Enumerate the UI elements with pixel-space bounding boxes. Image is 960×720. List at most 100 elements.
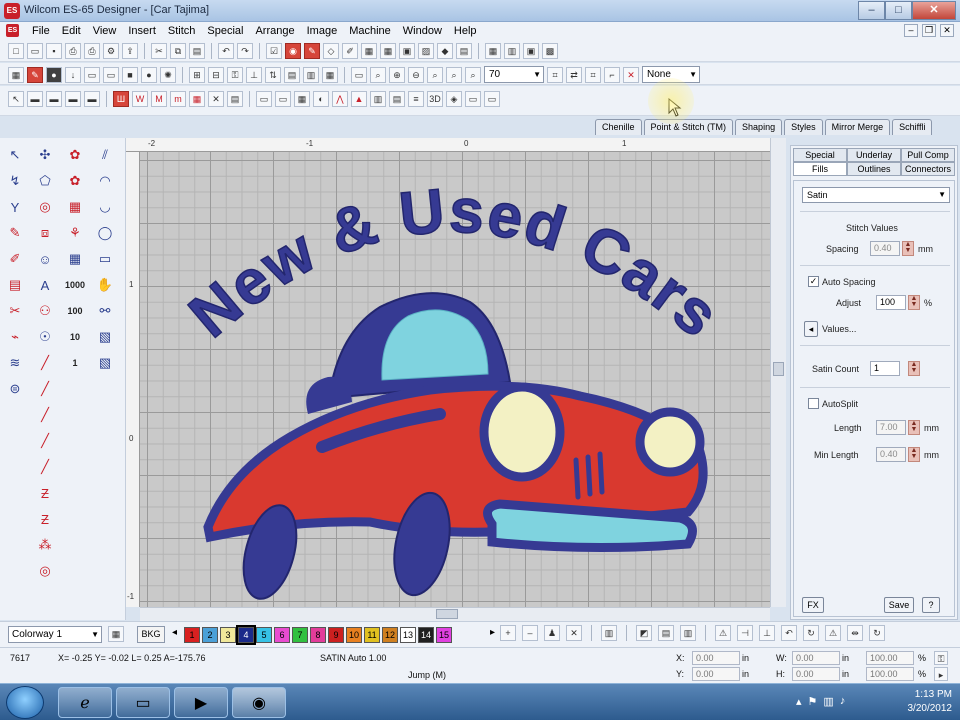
autosplit-checkbox[interactable] xyxy=(808,398,819,409)
brush-icon[interactable]: ✐ xyxy=(342,43,358,59)
height-field[interactable]: 0.00 xyxy=(792,667,840,681)
menu-insert[interactable]: Insert xyxy=(122,24,162,38)
close-button[interactable]: ✕ xyxy=(912,1,956,20)
rotate-icon[interactable]: ↻ xyxy=(803,625,819,641)
sequence-icon[interactable]: ▥ xyxy=(504,43,520,59)
select-icon[interactable]: ↖ xyxy=(8,91,24,107)
send-icon[interactable]: ⇪ xyxy=(122,43,138,59)
save-button[interactable]: Save xyxy=(884,597,914,613)
scroll-right-icon[interactable]: ▸ xyxy=(490,627,495,638)
stitch-list-icon[interactable]: ▦ xyxy=(485,43,501,59)
line-5-icon[interactable]: ╱ xyxy=(34,456,56,478)
fabric-icon[interactable]: ▤ xyxy=(456,43,472,59)
hand-icon[interactable]: ✋ xyxy=(94,274,116,296)
picture-icon[interactable]: ▨ xyxy=(418,43,434,59)
layers-2-icon[interactable]: ▤ xyxy=(389,91,405,107)
outline-icon[interactable]: ◇ xyxy=(323,43,339,59)
columns-icon[interactable]: ▥ xyxy=(370,91,386,107)
menu-stitch[interactable]: Stitch xyxy=(162,24,202,38)
fill-pattern-icon[interactable]: ▦ xyxy=(64,196,86,218)
y-position-field[interactable]: 0.00 xyxy=(692,667,740,681)
stitch-1000-icon[interactable]: 1000 xyxy=(64,274,86,296)
color-swatch[interactable]: 5 xyxy=(256,627,272,643)
start-button[interactable] xyxy=(6,686,44,719)
gear-icon[interactable]: ✺ xyxy=(160,66,176,83)
print-preview-icon[interactable]: ⎙ xyxy=(84,43,100,59)
min-length-field[interactable]: 0.40 xyxy=(876,447,906,462)
lettering-a-icon[interactable]: A xyxy=(34,274,56,296)
mirror-icon[interactable]: ⇹ xyxy=(847,625,863,641)
undo-icon[interactable]: ↶ xyxy=(218,43,234,59)
line-2-icon[interactable]: ╱ xyxy=(34,378,56,400)
reshape-node-icon[interactable]: ✣ xyxy=(34,144,56,166)
warning-icon[interactable]: ⚠ xyxy=(715,625,731,641)
lips-icon[interactable]: ◉ xyxy=(285,43,301,59)
remove-icon[interactable]: ✕ xyxy=(623,66,639,83)
ellipse-icon[interactable]: ◯ xyxy=(94,222,116,244)
binoculars-icon[interactable]: ⚯ xyxy=(94,300,116,322)
tab-chenille[interactable]: Chenille xyxy=(595,119,642,135)
transform-icon[interactable]: ⌐ xyxy=(604,66,620,83)
paste-icon[interactable]: ▤ xyxy=(189,43,205,59)
shape-outline-icon[interactable]: ⬠ xyxy=(34,170,56,192)
scroll-left-icon[interactable]: ◂ xyxy=(172,627,177,638)
zoom-in-icon[interactable]: ⊕ xyxy=(389,66,405,83)
target-icon[interactable]: ◎ xyxy=(34,196,56,218)
tab-connectors[interactable]: Connectors xyxy=(901,162,955,176)
program-split-icon[interactable]: m xyxy=(170,91,186,107)
fill-icon[interactable]: ▤ xyxy=(227,91,243,107)
embroidery-design[interactable]: New & Used Cars xyxy=(140,152,770,607)
cross-icon[interactable]: ✕ xyxy=(566,625,582,641)
color-swatch[interactable]: 12 xyxy=(382,627,398,643)
monogram-2-icon[interactable]: ☉ xyxy=(34,326,56,348)
stop-icon[interactable]: ■ xyxy=(122,66,138,83)
horizontal-scrollbar[interactable] xyxy=(140,607,770,621)
circle-icon[interactable]: ● xyxy=(141,66,157,83)
tab-shaping[interactable]: Shaping xyxy=(735,119,783,135)
tab-underlay[interactable]: Underlay xyxy=(847,148,901,162)
zoom-out-icon[interactable]: ⊖ xyxy=(408,66,424,83)
zigzag-icon[interactable]: M xyxy=(151,91,167,107)
lock-icon[interactable]: ⚿ xyxy=(227,66,243,83)
maximize-button[interactable]: □ xyxy=(885,1,912,20)
palette-icon[interactable]: ▦ xyxy=(108,626,124,642)
snap-icon[interactable]: ⌗ xyxy=(547,66,563,83)
line-3-icon[interactable]: ╱ xyxy=(34,404,56,426)
spiral-icon[interactable]: ◎ xyxy=(34,560,56,582)
lettering-icon[interactable]: ▭ xyxy=(256,91,272,107)
flag-icon[interactable]: ⚑ xyxy=(808,695,818,708)
spacing-stepper[interactable]: ▲ ▼ xyxy=(902,241,914,256)
stitch-1-icon[interactable]: 1 xyxy=(64,352,86,374)
tab-point-and-stitch[interactable]: Point & Stitch (TM) xyxy=(643,119,734,135)
stitch-type-1-icon[interactable]: ▬ xyxy=(27,91,43,107)
lines-icon[interactable]: ≡ xyxy=(408,91,424,107)
layers-icon[interactable]: ▤ xyxy=(284,66,300,83)
open-icon[interactable]: ▭ xyxy=(27,43,43,59)
menu-help[interactable]: Help xyxy=(448,24,483,38)
color-swatch[interactable]: 14 xyxy=(418,627,434,643)
group-icon[interactable]: ⊞ xyxy=(189,66,205,83)
menu-special[interactable]: Special xyxy=(201,24,249,38)
internet-explorer-icon[interactable]: ℯ xyxy=(58,687,112,718)
arc-icon[interactable]: ◡ xyxy=(94,196,116,218)
select-object-icon[interactable]: ↖ xyxy=(4,144,26,166)
needle-icon[interactable]: ↓ xyxy=(65,66,81,83)
reshape-icon[interactable]: ✎ xyxy=(27,66,43,83)
bullet-icon[interactable]: ● xyxy=(46,66,62,83)
line-icon[interactable]: ╱ xyxy=(34,352,56,374)
copy-icon[interactable]: ⧉ xyxy=(170,43,186,59)
tatami-fill-icon[interactable]: ▤ xyxy=(4,274,26,296)
thread-icon[interactable]: ♟ xyxy=(544,625,560,641)
rotate-2-icon[interactable]: ↻ xyxy=(869,625,885,641)
menu-edit[interactable]: Edit xyxy=(56,24,87,38)
scale-width-field[interactable]: 100.00 xyxy=(866,651,914,665)
line-4-icon[interactable]: ╱ xyxy=(34,430,56,452)
arrange-icon[interactable]: ⇅ xyxy=(265,66,281,83)
menu-arrange[interactable]: Arrange xyxy=(249,24,300,38)
tab-special[interactable]: Special xyxy=(793,148,847,162)
stitch-type-3-icon[interactable]: ▬ xyxy=(65,91,81,107)
clock[interactable]: 1:13 PM 3/20/2012 xyxy=(908,688,953,716)
horizontal-scroll-thumb[interactable] xyxy=(436,609,458,619)
menu-image[interactable]: Image xyxy=(301,24,344,38)
stamp-icon[interactable]: ▭ xyxy=(484,91,500,107)
